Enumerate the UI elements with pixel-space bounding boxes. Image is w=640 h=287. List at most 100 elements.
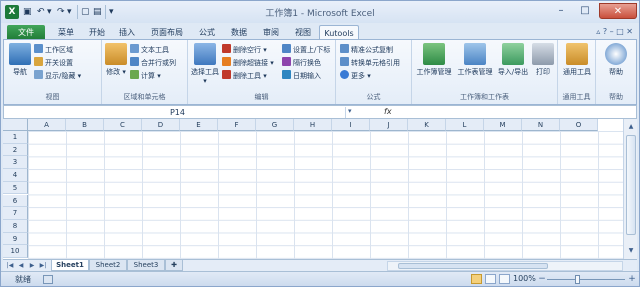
general-tools-button[interactable]: 通用工具 — [560, 43, 594, 77]
last-sheet-icon[interactable]: ▶| — [38, 261, 48, 271]
worksheet-grid[interactable]: ABCDEFGHIJKLMNO 1 2 3 4 5 6 7 8 9 10 — [3, 119, 623, 259]
delete-blank-rows-button[interactable]: 删除空行 ▾ — [222, 44, 267, 55]
delete-tools-button[interactable]: 删除工具 ▾ — [222, 70, 267, 81]
navigation-icon — [9, 43, 31, 65]
excel-window: X ▣ ↶ ▾ ↷ ▾ ▢ ▤ ▾ 工作簿1 - Microsoft Excel… — [0, 0, 640, 287]
navigation-button[interactable]: 导航 — [8, 43, 32, 77]
page-break-view-button[interactable] — [499, 274, 510, 284]
row-header[interactable]: 3 — [3, 156, 28, 170]
insert-sheet-icon[interactable]: ✚ — [165, 260, 183, 271]
maximize-button[interactable]: □ — [573, 3, 597, 19]
tab-formulas[interactable]: 公式 — [193, 25, 221, 40]
insert-function-button[interactable]: fx — [384, 106, 398, 118]
minimize-button[interactable]: – — [549, 3, 573, 19]
tab-file[interactable]: 文件 — [7, 25, 45, 40]
exact-formula-copy-button[interactable]: 精准公式复制 — [340, 44, 393, 55]
sheet-tab-sheet2[interactable]: Sheet2 — [89, 260, 127, 271]
select-tools-button[interactable]: 选择工具 ▾ — [190, 43, 220, 85]
import-export-label: 导入/导出 — [497, 68, 529, 76]
column-header[interactable]: O — [560, 119, 598, 131]
ribbon: 导航 工作区域 开关设置 显示/隐藏 ▾ 视图 修改 ▾ 文本工具 合并行或列 … — [3, 39, 637, 105]
date-input-button[interactable]: 日期输入 — [282, 70, 321, 81]
column-header[interactable]: L — [446, 119, 484, 131]
row-header[interactable]: 7 — [3, 207, 28, 220]
workarea-button[interactable]: 工作区域 — [34, 44, 73, 55]
macro-record-icon[interactable] — [43, 275, 53, 284]
column-header[interactable]: D — [142, 119, 180, 131]
more-button[interactable]: 更多 ▾ — [340, 70, 371, 81]
row-header[interactable]: 6 — [3, 194, 28, 208]
workbook-manager-icon — [423, 43, 445, 65]
tab-insert[interactable]: 插入 — [113, 25, 141, 40]
row-header[interactable]: 8 — [3, 219, 28, 233]
superscript-subscript-button[interactable]: 设置上/下标 — [282, 44, 330, 55]
vertical-scroll-thumb[interactable] — [626, 135, 636, 235]
vertical-scrollbar[interactable]: ▲ ▼ — [623, 119, 637, 259]
select-all-corner[interactable] — [3, 119, 28, 131]
prev-sheet-icon[interactable]: ◀ — [16, 261, 26, 271]
show-hide-button[interactable]: 显示/隐藏 ▾ — [34, 70, 81, 81]
scroll-down-icon[interactable]: ▼ — [624, 245, 638, 257]
name-box-dropdown-icon[interactable]: ▾ — [348, 107, 352, 115]
help-button[interactable]: 帮助 — [602, 43, 630, 77]
close-button[interactable]: ✕ — [599, 3, 637, 19]
column-header[interactable]: C — [104, 119, 142, 131]
merge-rows-columns-button[interactable]: 合并行或列 — [130, 57, 176, 68]
formula-input[interactable] — [400, 107, 634, 118]
row-header[interactable]: 9 — [3, 232, 28, 246]
column-header[interactable]: I — [332, 119, 370, 131]
column-header[interactable]: K — [408, 119, 446, 131]
text-tools-button[interactable]: 文本工具 — [130, 44, 169, 55]
tab-view[interactable]: 视图 — [289, 25, 317, 40]
tab-review[interactable]: 审阅 — [257, 25, 285, 40]
column-header[interactable]: F — [218, 119, 256, 131]
column-header[interactable]: H — [294, 119, 332, 131]
first-sheet-icon[interactable]: |◀ — [5, 261, 15, 271]
zoom-slider-thumb[interactable] — [575, 275, 580, 284]
column-header[interactable]: J — [370, 119, 408, 131]
tab-kutools[interactable]: Kutools — [319, 25, 359, 40]
row-header[interactable]: 2 — [3, 143, 28, 157]
calculate-button[interactable]: 计算 ▾ — [130, 70, 161, 81]
row-header[interactable]: 5 — [3, 181, 28, 195]
delete-hyperlinks-button[interactable]: 删除超链接 ▾ — [222, 57, 274, 68]
column-header[interactable]: G — [256, 119, 294, 131]
import-export-button[interactable]: 导入/导出 — [496, 43, 530, 77]
zoom-in-icon[interactable]: + — [627, 273, 637, 285]
zoom-slider[interactable] — [547, 279, 625, 280]
tab-page-layout[interactable]: 页面布局 — [145, 25, 189, 40]
toggle-settings-button[interactable]: 开关设置 — [34, 57, 73, 68]
column-header[interactable]: B — [66, 119, 104, 131]
column-header[interactable]: M — [484, 119, 522, 131]
column-header[interactable]: E — [180, 119, 218, 131]
row-header[interactable]: 1 — [3, 131, 28, 144]
ribbon-window-controls[interactable]: ▵ ? – □ ✕ — [596, 27, 633, 36]
next-sheet-icon[interactable]: ▶ — [27, 261, 37, 271]
horizontal-scroll-thumb[interactable] — [398, 263, 548, 269]
worksheet-manager-button[interactable]: 工作表管理 — [456, 43, 494, 77]
scroll-up-icon[interactable]: ▲ — [624, 121, 638, 133]
sheet-tab-sheet1[interactable]: Sheet1 — [51, 260, 89, 271]
sheet-tab-sheet3[interactable]: Sheet3 — [127, 260, 165, 271]
tab-data[interactable]: 数据 — [225, 25, 253, 40]
toggle-settings-label: 开关设置 — [45, 59, 73, 67]
workbook-manager-button[interactable]: 工作簿管理 — [414, 43, 454, 77]
zoom-level[interactable]: 100% — [513, 274, 536, 283]
page-layout-view-button[interactable] — [485, 274, 496, 284]
zoom-out-icon[interactable]: − — [537, 273, 547, 285]
text-tools-label: 文本工具 — [141, 46, 169, 54]
tab-menu[interactable]: 菜单 — [51, 25, 81, 40]
convert-references-button[interactable]: 转换单元格引用 — [340, 57, 400, 68]
name-box[interactable]: P14 — [10, 107, 346, 118]
row-header[interactable]: 4 — [3, 169, 28, 182]
normal-view-button[interactable] — [471, 274, 482, 284]
horizontal-scrollbar[interactable] — [387, 261, 623, 271]
print-button[interactable]: 打印 — [532, 43, 554, 77]
modify-button[interactable]: 修改 ▾ — [104, 43, 128, 77]
tab-home[interactable]: 开始 — [83, 25, 111, 40]
cells-area[interactable] — [28, 131, 623, 259]
alternate-row-shading-button[interactable]: 隔行换色 — [282, 57, 321, 68]
column-header[interactable]: A — [28, 119, 66, 131]
column-header[interactable]: N — [522, 119, 560, 131]
row-header[interactable]: 10 — [3, 245, 28, 258]
